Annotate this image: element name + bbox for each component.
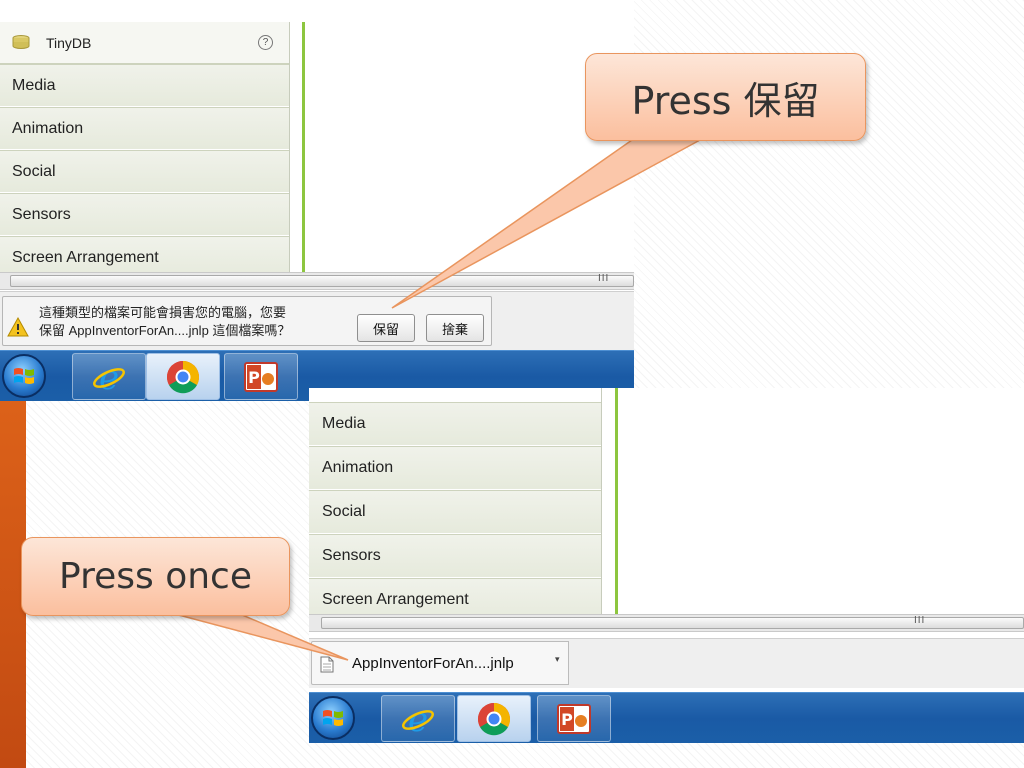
horizontal-scrollbar[interactable]: III (309, 614, 1024, 632)
windows-taskbar: e P (309, 692, 1024, 743)
download-menu-button[interactable]: ▾ (549, 641, 569, 685)
svg-text:P: P (561, 710, 573, 729)
chevron-down-icon: ▾ (555, 654, 560, 664)
windows-logo-icon (14, 368, 34, 384)
screenshot-keep-prompt: TinyDB ? Media Animation Social Sensors … (0, 0, 634, 401)
chrome-logo-icon (477, 702, 511, 735)
file-icon (320, 656, 334, 673)
viewer-border (615, 388, 618, 614)
powerpoint-icon[interactable]: P (224, 353, 298, 400)
palette-category-label: Social (322, 503, 366, 520)
component-palette: Media Animation Social Sensors Screen Ar… (309, 402, 601, 622)
svg-text:e: e (408, 702, 428, 736)
palette-category-sensors[interactable]: Sensors (0, 193, 289, 236)
warning-line-1: 這種類型的檔案可能會損害您的電腦，您要 (39, 305, 287, 320)
windows-logo-icon (323, 710, 343, 726)
chrome-icon[interactable] (457, 695, 531, 742)
warning-message: 這種類型的檔案可能會損害您的電腦，您要 保留 AppInventorForAn.… (39, 304, 290, 340)
screenshot-download-bar: Media Animation Social Sensors Screen Ar… (309, 388, 1024, 743)
palette-category-sensors[interactable]: Sensors (309, 534, 601, 578)
start-orb[interactable] (2, 354, 46, 398)
palette-category-label: Animation (12, 119, 84, 137)
palette-category-media[interactable]: Media (309, 402, 601, 446)
database-icon (12, 34, 30, 49)
powerpoint-logo-icon: P (557, 703, 591, 734)
palette-item-label: TinyDB (46, 34, 92, 51)
discard-button[interactable]: 捨棄 (426, 314, 484, 342)
palette-category-animation[interactable]: Animation (309, 446, 601, 490)
warning-icon (7, 317, 29, 337)
palette-category-social[interactable]: Social (0, 150, 289, 193)
palette-category-label: Animation (322, 459, 394, 476)
svg-text:P: P (248, 368, 260, 387)
palette-category-label: Media (322, 415, 366, 432)
ie-logo-icon: e (93, 360, 125, 394)
palette-divider (601, 388, 602, 614)
internet-explorer-icon[interactable]: e (381, 695, 455, 742)
keep-button[interactable]: 保留 (357, 314, 415, 342)
download-item[interactable]: AppInventorForAn....jnlp (311, 641, 551, 685)
horizontal-scrollbar[interactable]: III (0, 272, 634, 290)
palette-category-animation[interactable]: Animation (0, 107, 289, 150)
chrome-icon[interactable] (146, 353, 220, 400)
download-warning-bar: 這種類型的檔案可能會損害您的電腦，您要 保留 AppInventorForAn.… (0, 291, 634, 350)
viewer-border (302, 22, 305, 272)
download-warning: 這種類型的檔案可能會損害您的電腦，您要 保留 AppInventorForAn.… (2, 296, 492, 346)
palette-category-social[interactable]: Social (309, 490, 601, 534)
palette-category-label: Media (12, 76, 56, 94)
scrollbar-grip: III (598, 273, 610, 284)
palette-category-label: Social (12, 162, 56, 180)
powerpoint-logo-icon: P (244, 361, 278, 392)
ie-logo-icon: e (402, 702, 434, 736)
help-icon[interactable]: ? (258, 35, 273, 50)
warning-line-2: 保留 AppInventorForAn....jnlp 這個檔案嗎？ (39, 323, 291, 338)
palette-category-label: Screen Arrangement (12, 248, 159, 266)
callout-press-once: Press once (21, 537, 290, 616)
download-shelf: AppInventorForAn....jnlp ▾ (309, 638, 1024, 688)
start-orb[interactable] (311, 696, 355, 740)
palette-category-label: Screen Arrangement (322, 591, 469, 608)
callout-press-keep: Press 保留 (585, 53, 866, 141)
chrome-logo-icon (166, 360, 200, 393)
palette-category-label: Sensors (322, 547, 381, 564)
internet-explorer-icon[interactable]: e (72, 353, 146, 400)
svg-text:e: e (99, 360, 119, 394)
powerpoint-icon[interactable]: P (537, 695, 611, 742)
palette-divider (289, 22, 290, 272)
scrollbar-grip: III (914, 615, 926, 626)
download-filename: AppInventorForAn....jnlp (352, 655, 514, 672)
palette-item-tinydb[interactable]: TinyDB ? (0, 22, 289, 64)
scrollbar-thumb[interactable] (10, 275, 634, 287)
component-palette: TinyDB ? Media Animation Social Sensors … (0, 22, 289, 279)
palette-category-label: Sensors (12, 205, 71, 223)
palette-category-media[interactable]: Media (0, 64, 289, 107)
